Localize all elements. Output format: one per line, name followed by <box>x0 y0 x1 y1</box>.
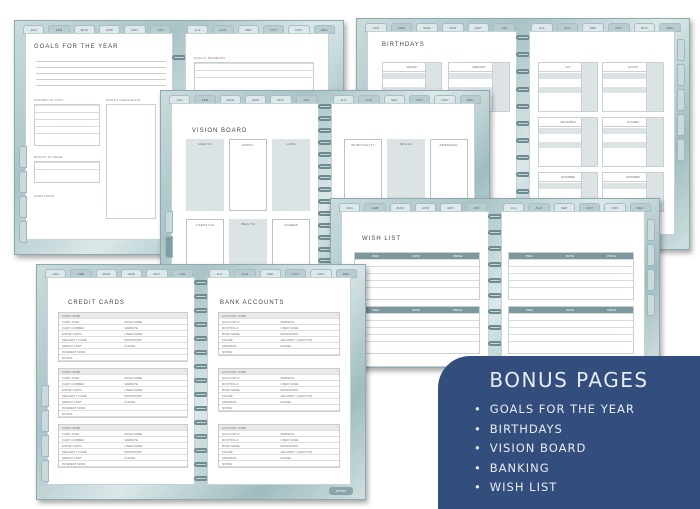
wishlist-table: ITEM DATE PRICE <box>354 306 480 354</box>
bday-october: OCTOBER <box>602 117 664 167</box>
goals-checklist <box>36 56 166 91</box>
books-label: BOOKS TO READ <box>34 155 63 159</box>
goals-title: GOALS FOR THE YEAR <box>34 44 119 50</box>
spiral-binding <box>194 275 208 485</box>
bday-july: JULY <box>538 62 598 112</box>
vision-title: VISION BOARD <box>192 128 248 134</box>
goals-side-tabs <box>19 146 27 243</box>
bank-account-form: ACCOUNT NAME ACCOUNT # WEBSITE ROUTING # U… <box>218 424 340 468</box>
vision-box-family: FAMILY <box>229 139 267 211</box>
books-table <box>34 161 100 183</box>
bank-account-form: ACCOUNT NAME ACCOUNT # WEBSITE ROUTING # U… <box>218 312 340 356</box>
vision-left-page: VISION BOARD HEALTH FAMILY LOVE LIFESTYL… <box>171 103 319 279</box>
wishlist-table: ITEM DATE PRICE <box>508 252 634 300</box>
spiral-binding <box>488 209 502 367</box>
vision-box-love: LOVE <box>272 139 310 211</box>
bonus-item: BANKING <box>474 459 700 479</box>
places-label: PLACES TO VISIT <box>34 98 64 102</box>
vision-side-tabs <box>165 211 173 258</box>
wishlist-side-tabs <box>647 219 655 316</box>
vision-box-health: HEALTH <box>186 139 224 211</box>
credit-card-form: CARD NAME CARD TYPE BANK NAME CARD NUMBER… <box>58 312 188 362</box>
social-label: SOCIAL MOMENTS <box>194 56 226 60</box>
bank-account-form: ACCOUNT NAME ACCOUNT # WEBSITE ROUTING # U… <box>218 368 340 412</box>
wishlist-planner: JAN FEB MAR APR MAY JUN JUL AUG SEP OCT … <box>330 198 660 368</box>
wishlist-table: ITEM DATE PRICE <box>354 252 480 300</box>
bonus-heading: BONUS PAGES <box>489 368 649 392</box>
goals-left-page: GOALS FOR THE YEAR PLACES TO VISIT PHOTO… <box>25 33 173 240</box>
questions-label: QUESTIONS <box>34 194 55 198</box>
credit-cards-page: CREDIT CARDS CARD NAME CARD TYPE BANK NAM… <box>47 277 195 485</box>
bonus-pages-panel: BONUS PAGES GOALS FOR THE YEAR BIRTHDAYS… <box>438 356 700 509</box>
bank-accounts-title: BANK ACCOUNTS <box>220 300 285 306</box>
photo-box <box>106 104 156 219</box>
credit-card-form: CARD NAME CARD TYPE BANK NAME CARD NUMBER… <box>58 368 188 418</box>
birthdays-title: BIRTHDAYS <box>382 42 425 48</box>
places-table <box>34 104 100 146</box>
banking-side-tabs <box>41 385 49 482</box>
banking-planner: JAN FEB MAR APR MAY JUN JUL AUG SEP OCT … <box>36 264 366 500</box>
bonus-item: GOALS FOR THE YEAR <box>474 400 700 420</box>
birthdays-side-tabs <box>677 39 685 161</box>
wishlist-title: WISH LIST <box>362 236 402 242</box>
credit-card-form: CARD NAME CARD TYPE BANK NAME CARD NUMBER… <box>58 424 188 468</box>
bday-august: AUGUST <box>602 62 664 112</box>
bonus-item: BIRTHDAYS <box>474 420 700 440</box>
wishlist-right-page: ITEM DATE PRICE ITEM DATE PRICE <box>501 211 645 367</box>
bday-september: SEPTEMBER <box>538 117 598 167</box>
photo-label: PHOTO HIGHLIGHTS <box>106 98 141 102</box>
credit-cards-title: CREDIT CARDS <box>68 300 125 306</box>
bonus-item: VISION BOARD <box>474 439 700 459</box>
bank-accounts-page: BANK ACCOUNTS ACCOUNT NAME ACCOUNT # WEBS… <box>207 277 351 485</box>
social-table <box>194 62 314 92</box>
bonus-list: GOALS FOR THE YEAR BIRTHDAYS VISION BOAR… <box>474 400 700 498</box>
notes-button[interactable]: NOTES <box>329 487 353 495</box>
wishlist-table: ITEM DATE PRICE <box>508 306 634 354</box>
bonus-item: WISH LIST <box>474 478 700 498</box>
